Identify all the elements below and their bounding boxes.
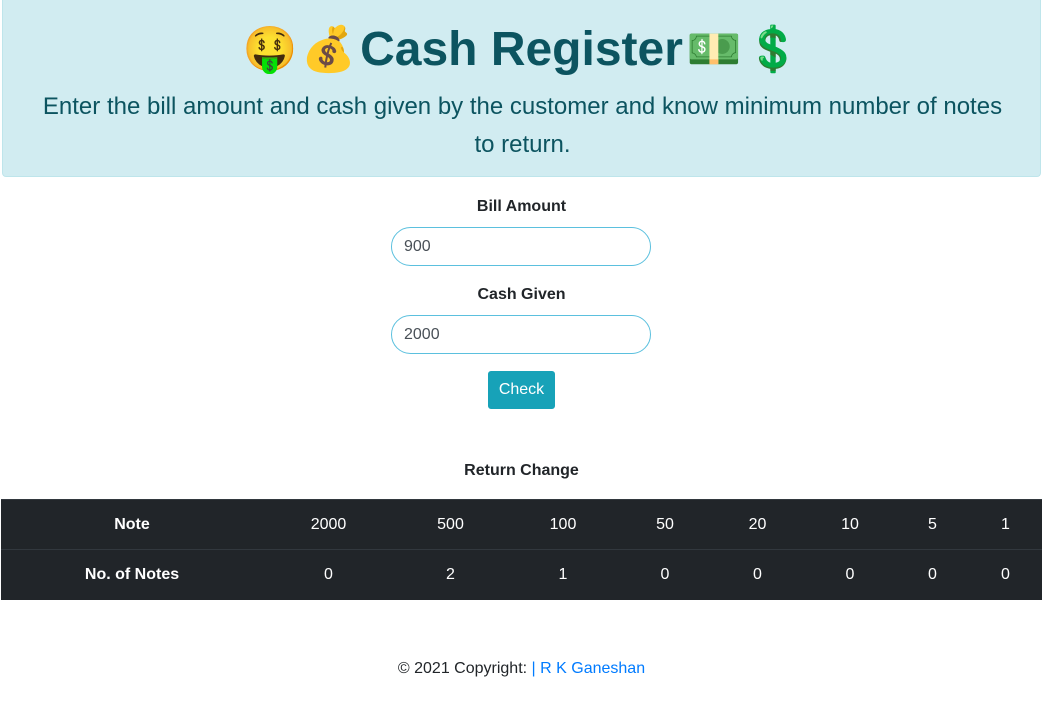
title-row: 🤑 💰 Cash Register 💵 💲: [3, 18, 1040, 82]
count-value: 0: [263, 549, 394, 600]
note-value: 5: [896, 498, 969, 550]
note-value: 100: [507, 498, 619, 550]
return-change-heading: Return Change: [464, 462, 579, 479]
bill-amount-label: Bill Amount: [476, 198, 567, 215]
note-value: 10: [804, 498, 896, 550]
count-value: 1: [507, 549, 619, 600]
header-banner: 🤑 💰 Cash Register 💵 💲 Enter the bill amo…: [2, 0, 1041, 177]
note-value: 20: [711, 498, 804, 550]
return-change-table: Note 2000 500 100 50 20 10 5 1 No. of No…: [1, 498, 1042, 600]
note-value: 2000: [263, 498, 394, 550]
count-value: 0: [969, 549, 1042, 600]
bill-amount-input[interactable]: [391, 227, 651, 266]
note-value: 500: [394, 498, 507, 550]
note-header: Note: [1, 498, 263, 550]
count-value: 0: [711, 549, 804, 600]
cash-given-input[interactable]: [391, 315, 651, 354]
money-face-icon: 🤑: [242, 25, 298, 74]
page-subtitle: Enter the bill amount and cash given by …: [42, 93, 1003, 158]
copyright-text: © 2021 Copyright:: [397, 660, 532, 677]
author-link[interactable]: | R K Ganeshan: [532, 660, 646, 677]
count-header: No. of Notes: [1, 549, 263, 600]
count-value: 0: [619, 549, 711, 600]
footer: © 2021 Copyright: | R K Ganeshan: [0, 660, 1043, 678]
dollar-sign-icon: 💲: [745, 25, 801, 74]
count-value: 2: [394, 549, 507, 600]
count-value: 0: [804, 549, 896, 600]
page-title: Cash Register: [360, 23, 683, 76]
check-button[interactable]: Check: [488, 371, 555, 409]
note-value: 50: [619, 498, 711, 550]
cash-given-label: Cash Given: [477, 286, 566, 303]
counts-row: No. of Notes 0 2 1 0 0 0 0 0: [1, 549, 1042, 600]
notes-row: Note 2000 500 100 50 20 10 5 1: [1, 498, 1042, 550]
note-value: 1: [969, 498, 1042, 550]
count-value: 0: [896, 549, 969, 600]
dollar-bill-icon: 💵: [686, 25, 742, 74]
money-bag-icon: 💰: [301, 25, 357, 74]
